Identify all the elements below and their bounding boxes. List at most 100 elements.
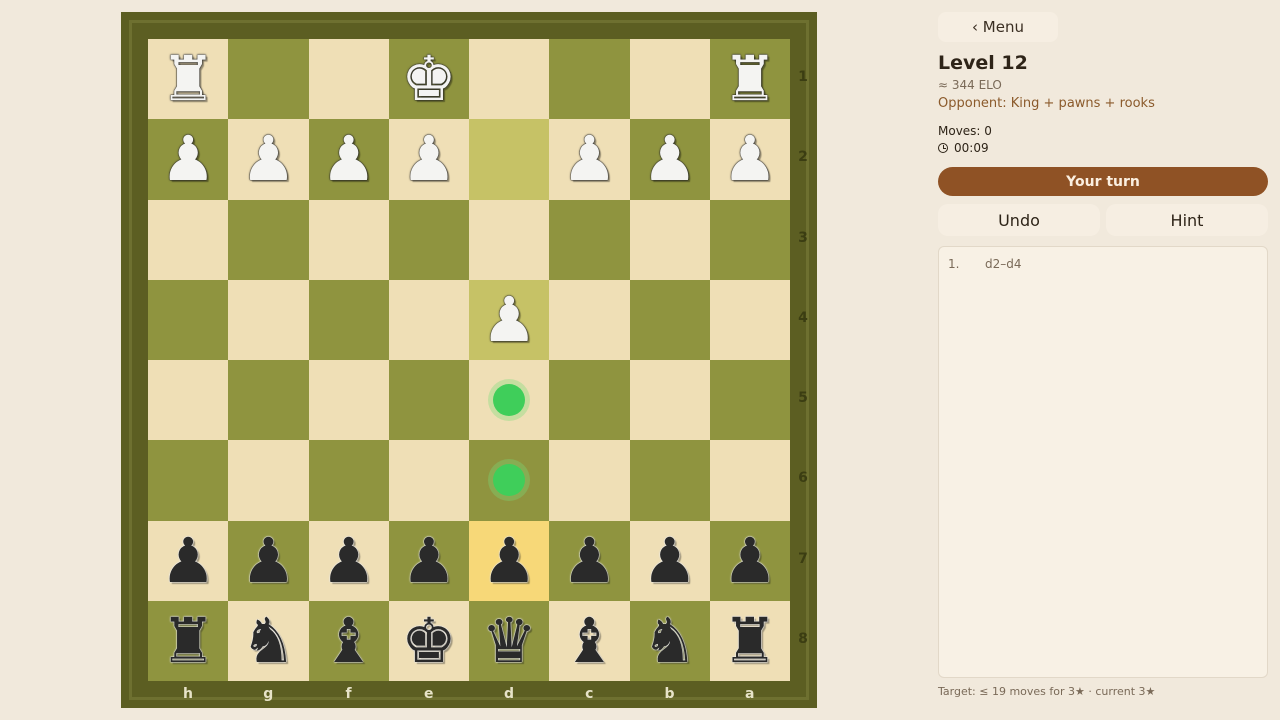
square-d4[interactable]: ♟ bbox=[469, 279, 550, 360]
square-e1[interactable]: ♚ bbox=[388, 39, 469, 120]
chess-board[interactable]: ♜ ♚ ♜ ♟ ♟ ♟ ♟ ♟ ♟ ♟ ♟ ♟ ♟ ♟ ♟ ♟ ♟ ♟ ♟ ♜ ♞ ♝ ♚ ♛ ♝ ♞ ♜ bbox=[148, 39, 790, 681]
file-label: e bbox=[424, 686, 434, 702]
white-rook-icon[interactable]: ♜ bbox=[160, 48, 216, 110]
white-pawn-icon[interactable]: ♟ bbox=[722, 128, 778, 190]
black-queen-icon[interactable]: ♛ bbox=[481, 609, 537, 672]
black-pawn-icon[interactable]: ♟ bbox=[562, 529, 618, 592]
square-d1[interactable] bbox=[469, 39, 550, 120]
square-e8[interactable]: ♚ bbox=[388, 600, 469, 681]
square-d3[interactable] bbox=[469, 199, 550, 280]
black-bishop-icon[interactable]: ♝ bbox=[321, 609, 377, 672]
square-f6[interactable] bbox=[308, 440, 389, 521]
square-d8[interactable]: ♛ bbox=[469, 600, 550, 681]
square-b2[interactable]: ♟ bbox=[629, 119, 710, 200]
white-pawn-icon[interactable]: ♟ bbox=[642, 128, 698, 190]
square-f5[interactable] bbox=[308, 360, 389, 441]
square-a2[interactable]: ♟ bbox=[709, 119, 790, 200]
square-b3[interactable] bbox=[629, 199, 710, 280]
move-list[interactable]: 1. d2–d4 bbox=[938, 246, 1268, 678]
square-e7[interactable]: ♟ bbox=[388, 520, 469, 601]
white-pawn-icon[interactable]: ♟ bbox=[562, 128, 618, 190]
square-h6[interactable] bbox=[148, 440, 229, 521]
square-a7[interactable]: ♟ bbox=[709, 520, 790, 601]
square-g1[interactable] bbox=[228, 39, 309, 120]
square-f7[interactable]: ♟ bbox=[308, 520, 389, 601]
black-rook-icon[interactable]: ♜ bbox=[160, 609, 216, 672]
square-a1[interactable]: ♜ bbox=[709, 39, 790, 120]
square-b4[interactable] bbox=[629, 279, 710, 360]
square-e6[interactable] bbox=[388, 440, 469, 521]
black-rook-icon[interactable]: ♜ bbox=[722, 609, 778, 672]
square-a5[interactable] bbox=[709, 360, 790, 441]
menu-button[interactable]: ‹ Menu bbox=[938, 12, 1058, 42]
square-h5[interactable] bbox=[148, 360, 229, 441]
square-d2[interactable] bbox=[469, 119, 550, 200]
white-pawn-icon[interactable]: ♟ bbox=[321, 128, 377, 190]
black-king-icon[interactable]: ♚ bbox=[401, 609, 457, 672]
move-list-item[interactable]: 1. d2–d4 bbox=[948, 257, 1022, 271]
square-c7[interactable]: ♟ bbox=[549, 520, 630, 601]
square-d5[interactable] bbox=[469, 360, 550, 441]
square-b1[interactable] bbox=[629, 39, 710, 120]
square-b7[interactable]: ♟ bbox=[629, 520, 710, 601]
square-g2[interactable]: ♟ bbox=[228, 119, 309, 200]
black-bishop-icon[interactable]: ♝ bbox=[562, 609, 618, 672]
black-pawn-icon[interactable]: ♟ bbox=[481, 529, 537, 592]
square-h3[interactable] bbox=[148, 199, 229, 280]
square-h7[interactable]: ♟ bbox=[148, 520, 229, 601]
white-king-icon[interactable]: ♚ bbox=[401, 48, 457, 110]
square-e4[interactable] bbox=[388, 279, 469, 360]
black-pawn-icon[interactable]: ♟ bbox=[642, 529, 698, 592]
square-c4[interactable] bbox=[549, 279, 630, 360]
black-pawn-icon[interactable]: ♟ bbox=[401, 529, 457, 592]
white-pawn-icon[interactable]: ♟ bbox=[160, 128, 216, 190]
square-g6[interactable] bbox=[228, 440, 309, 521]
white-rook-icon[interactable]: ♜ bbox=[722, 48, 778, 110]
undo-button[interactable]: Undo bbox=[938, 204, 1100, 236]
square-h1[interactable]: ♜ bbox=[148, 39, 229, 120]
square-f8[interactable]: ♝ bbox=[308, 600, 389, 681]
square-b6[interactable] bbox=[629, 440, 710, 521]
square-d6[interactable] bbox=[469, 440, 550, 521]
black-knight-icon[interactable]: ♞ bbox=[642, 609, 698, 672]
square-a4[interactable] bbox=[709, 279, 790, 360]
square-c5[interactable] bbox=[549, 360, 630, 441]
square-e3[interactable] bbox=[388, 199, 469, 280]
square-a6[interactable] bbox=[709, 440, 790, 521]
square-b5[interactable] bbox=[629, 360, 710, 441]
square-g7[interactable]: ♟ bbox=[228, 520, 309, 601]
square-a3[interactable] bbox=[709, 199, 790, 280]
square-b8[interactable]: ♞ bbox=[629, 600, 710, 681]
square-g8[interactable]: ♞ bbox=[228, 600, 309, 681]
square-g3[interactable] bbox=[228, 199, 309, 280]
square-c2[interactable]: ♟ bbox=[549, 119, 630, 200]
square-e5[interactable] bbox=[388, 360, 469, 441]
square-f4[interactable] bbox=[308, 279, 389, 360]
black-pawn-icon[interactable]: ♟ bbox=[160, 529, 216, 592]
hint-button[interactable]: Hint bbox=[1106, 204, 1268, 236]
black-pawn-icon[interactable]: ♟ bbox=[241, 529, 297, 592]
black-pawn-icon[interactable]: ♟ bbox=[722, 529, 778, 592]
black-knight-icon[interactable]: ♞ bbox=[241, 609, 297, 672]
legal-move-dot[interactable] bbox=[493, 384, 526, 417]
white-pawn-icon[interactable]: ♟ bbox=[481, 288, 537, 351]
square-c6[interactable] bbox=[549, 440, 630, 521]
square-c3[interactable] bbox=[549, 199, 630, 280]
white-pawn-icon[interactable]: ♟ bbox=[241, 128, 297, 190]
legal-move-dot[interactable] bbox=[493, 464, 526, 497]
square-f3[interactable] bbox=[308, 199, 389, 280]
square-f1[interactable] bbox=[308, 39, 389, 120]
square-d7[interactable]: ♟ bbox=[469, 520, 550, 601]
square-g4[interactable] bbox=[228, 279, 309, 360]
white-pawn-icon[interactable]: ♟ bbox=[401, 128, 457, 190]
square-h2[interactable]: ♟ bbox=[148, 119, 229, 200]
square-f2[interactable]: ♟ bbox=[308, 119, 389, 200]
square-e2[interactable]: ♟ bbox=[388, 119, 469, 200]
square-h4[interactable] bbox=[148, 279, 229, 360]
black-pawn-icon[interactable]: ♟ bbox=[321, 529, 377, 592]
square-c1[interactable] bbox=[549, 39, 630, 120]
square-a8[interactable]: ♜ bbox=[709, 600, 790, 681]
square-h8[interactable]: ♜ bbox=[148, 600, 229, 681]
square-g5[interactable] bbox=[228, 360, 309, 441]
square-c8[interactable]: ♝ bbox=[549, 600, 630, 681]
